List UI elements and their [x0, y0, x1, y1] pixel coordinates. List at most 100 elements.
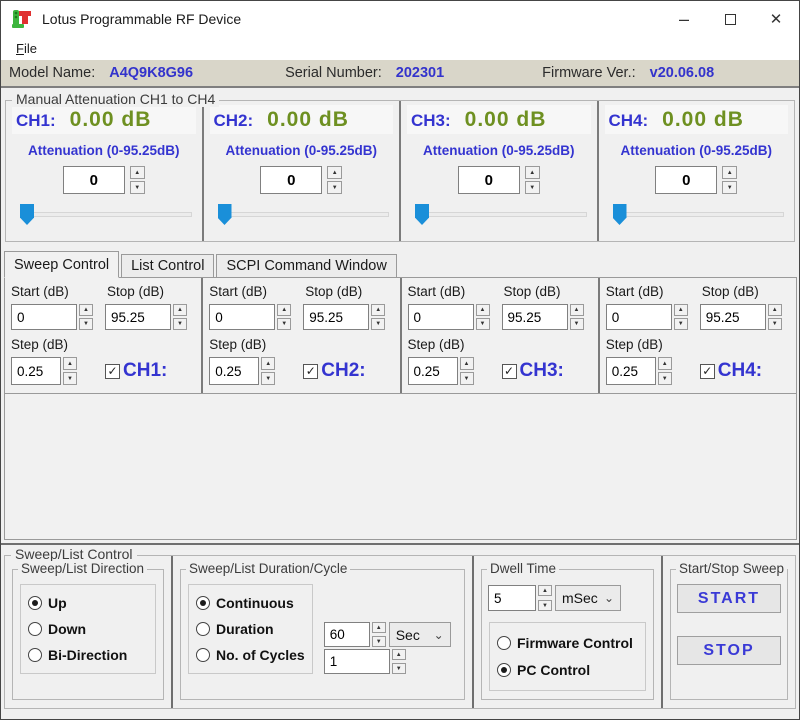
- slider-track[interactable]: [20, 212, 192, 217]
- ch4-enable-checkbox[interactable]: ✓: [700, 364, 715, 379]
- spin-up-icon[interactable]: ▲: [476, 304, 490, 316]
- cycles-value-input[interactable]: [324, 649, 390, 674]
- ch3-enable-checkbox[interactable]: ✓: [502, 364, 517, 379]
- ch1-enable-checkbox[interactable]: ✓: [105, 364, 120, 379]
- duration-unit-select[interactable]: Sec ⌄: [389, 622, 451, 647]
- startstop-section: Start/Stop Sweep START STOP: [661, 556, 795, 708]
- spin-down-icon[interactable]: ▼: [173, 318, 187, 330]
- ch4-attenuation-slider[interactable]: [605, 203, 789, 227]
- ch1-attenuation-input[interactable]: [63, 166, 125, 194]
- ch1-step-input[interactable]: [11, 357, 61, 385]
- ch4-start-input[interactable]: [606, 304, 672, 330]
- duration-value-input[interactable]: [324, 622, 370, 647]
- menu-item-file[interactable]: File: [11, 39, 42, 58]
- spin-down-icon[interactable]: ▼: [371, 318, 385, 330]
- slider-track[interactable]: [415, 212, 587, 217]
- spin-down-icon[interactable]: ▼: [722, 181, 737, 194]
- radio-down[interactable]: Down: [28, 621, 148, 637]
- radio-up[interactable]: Up: [28, 595, 148, 611]
- ch3-step-input[interactable]: [408, 357, 458, 385]
- spin-down-icon[interactable]: ▼: [658, 372, 672, 385]
- spin-up-icon[interactable]: ▲: [130, 166, 145, 179]
- sweep-control-panel: Start (dB) Stop (dB) ▲ ▼ ▲ ▼ S: [4, 277, 797, 540]
- spin-up-icon[interactable]: ▲: [371, 304, 385, 316]
- spin-down-icon[interactable]: ▼: [130, 181, 145, 194]
- ch1-attenuation-slider[interactable]: [12, 203, 196, 227]
- slider-thumb[interactable]: [613, 204, 627, 225]
- ch2-attenuation-spinner: ▲ ▼: [327, 166, 342, 194]
- slider-thumb[interactable]: [218, 204, 232, 225]
- slider-thumb[interactable]: [20, 204, 34, 225]
- ch2-attenuation-slider[interactable]: [210, 203, 394, 227]
- ch1-stop-input[interactable]: [105, 304, 171, 330]
- spin-up-icon[interactable]: ▲: [261, 357, 275, 370]
- ch1-start-input[interactable]: [11, 304, 77, 330]
- ch2-enable-checkbox[interactable]: ✓: [303, 364, 318, 379]
- start-button[interactable]: START: [677, 584, 781, 613]
- tab-list-control[interactable]: List Control: [121, 254, 214, 278]
- ch2-stop-input[interactable]: [303, 304, 369, 330]
- duration-spinner: ▲ ▼: [372, 622, 386, 647]
- spin-up-icon[interactable]: ▲: [525, 166, 540, 179]
- ch4-stop-input[interactable]: [700, 304, 766, 330]
- ch2-attenuation-input[interactable]: [260, 166, 322, 194]
- manual-attenuation-title: Manual Attenuation CH1 to CH4: [12, 91, 219, 107]
- spin-up-icon[interactable]: ▲: [173, 304, 187, 316]
- radio-no-of-cycles[interactable]: No. of Cycles: [196, 647, 305, 663]
- spin-up-icon[interactable]: ▲: [538, 585, 552, 596]
- slider-track[interactable]: [613, 212, 785, 217]
- attenuation-range-label: Attenuation (0-95.25dB): [210, 143, 394, 158]
- ch3-stop-input[interactable]: [502, 304, 568, 330]
- spin-down-icon[interactable]: ▼: [525, 181, 540, 194]
- minimize-button[interactable]: –: [661, 1, 707, 37]
- spin-up-icon[interactable]: ▲: [327, 166, 342, 179]
- spin-down-icon[interactable]: ▼: [261, 372, 275, 385]
- radio-duration[interactable]: Duration: [196, 621, 305, 637]
- spin-down-icon[interactable]: ▼: [392, 663, 406, 674]
- spin-up-icon[interactable]: ▲: [392, 649, 406, 660]
- stop-button[interactable]: STOP: [677, 636, 781, 665]
- ch3-attenuation-input[interactable]: [458, 166, 520, 194]
- spin-up-icon[interactable]: ▲: [372, 622, 386, 633]
- radio-pc-control[interactable]: PC Control: [497, 662, 638, 678]
- dwell-time-input[interactable]: [488, 585, 536, 611]
- sweep-channel-label: CH1:: [123, 360, 167, 382]
- spin-down-icon[interactable]: ▼: [476, 318, 490, 330]
- spin-up-icon[interactable]: ▲: [570, 304, 584, 316]
- ch3-start-input[interactable]: [408, 304, 474, 330]
- spin-down-icon[interactable]: ▼: [570, 318, 584, 330]
- spin-down-icon[interactable]: ▼: [538, 600, 552, 611]
- slider-thumb[interactable]: [415, 204, 429, 225]
- spin-down-icon[interactable]: ▼: [372, 636, 386, 647]
- radio-firmware-control[interactable]: Firmware Control: [497, 635, 638, 651]
- direction-radio-box: Up Down Bi-Direction: [20, 584, 156, 674]
- ch2-step-input[interactable]: [209, 357, 259, 385]
- spin-up-icon[interactable]: ▲: [658, 357, 672, 370]
- spin-up-icon[interactable]: ▲: [674, 304, 688, 316]
- spin-down-icon[interactable]: ▼: [460, 372, 474, 385]
- tab-scpi-command-window[interactable]: SCPI Command Window: [216, 254, 396, 278]
- slider-track[interactable]: [218, 212, 390, 217]
- spin-down-icon[interactable]: ▼: [674, 318, 688, 330]
- dwell-unit-select[interactable]: mSec ⌄: [555, 585, 621, 611]
- ch4-step-input[interactable]: [606, 357, 656, 385]
- close-button[interactable]: ✕: [753, 1, 799, 37]
- spin-down-icon[interactable]: ▼: [768, 318, 782, 330]
- spin-up-icon[interactable]: ▲: [460, 357, 474, 370]
- ch2-start-input[interactable]: [209, 304, 275, 330]
- spin-down-icon[interactable]: ▼: [79, 318, 93, 330]
- maximize-button[interactable]: [707, 1, 753, 37]
- radio-continuous[interactable]: Continuous: [196, 595, 305, 611]
- spin-down-icon[interactable]: ▼: [327, 181, 342, 194]
- radio-bi-direction[interactable]: Bi-Direction: [28, 647, 148, 663]
- spin-up-icon[interactable]: ▲: [63, 357, 77, 370]
- spin-up-icon[interactable]: ▲: [768, 304, 782, 316]
- spin-up-icon[interactable]: ▲: [722, 166, 737, 179]
- spin-up-icon[interactable]: ▲: [277, 304, 291, 316]
- ch3-attenuation-slider[interactable]: [407, 203, 591, 227]
- ch4-attenuation-input[interactable]: [655, 166, 717, 194]
- spin-up-icon[interactable]: ▲: [79, 304, 93, 316]
- tab-sweep-control[interactable]: Sweep Control: [4, 251, 119, 278]
- spin-down-icon[interactable]: ▼: [63, 372, 77, 385]
- spin-down-icon[interactable]: ▼: [277, 318, 291, 330]
